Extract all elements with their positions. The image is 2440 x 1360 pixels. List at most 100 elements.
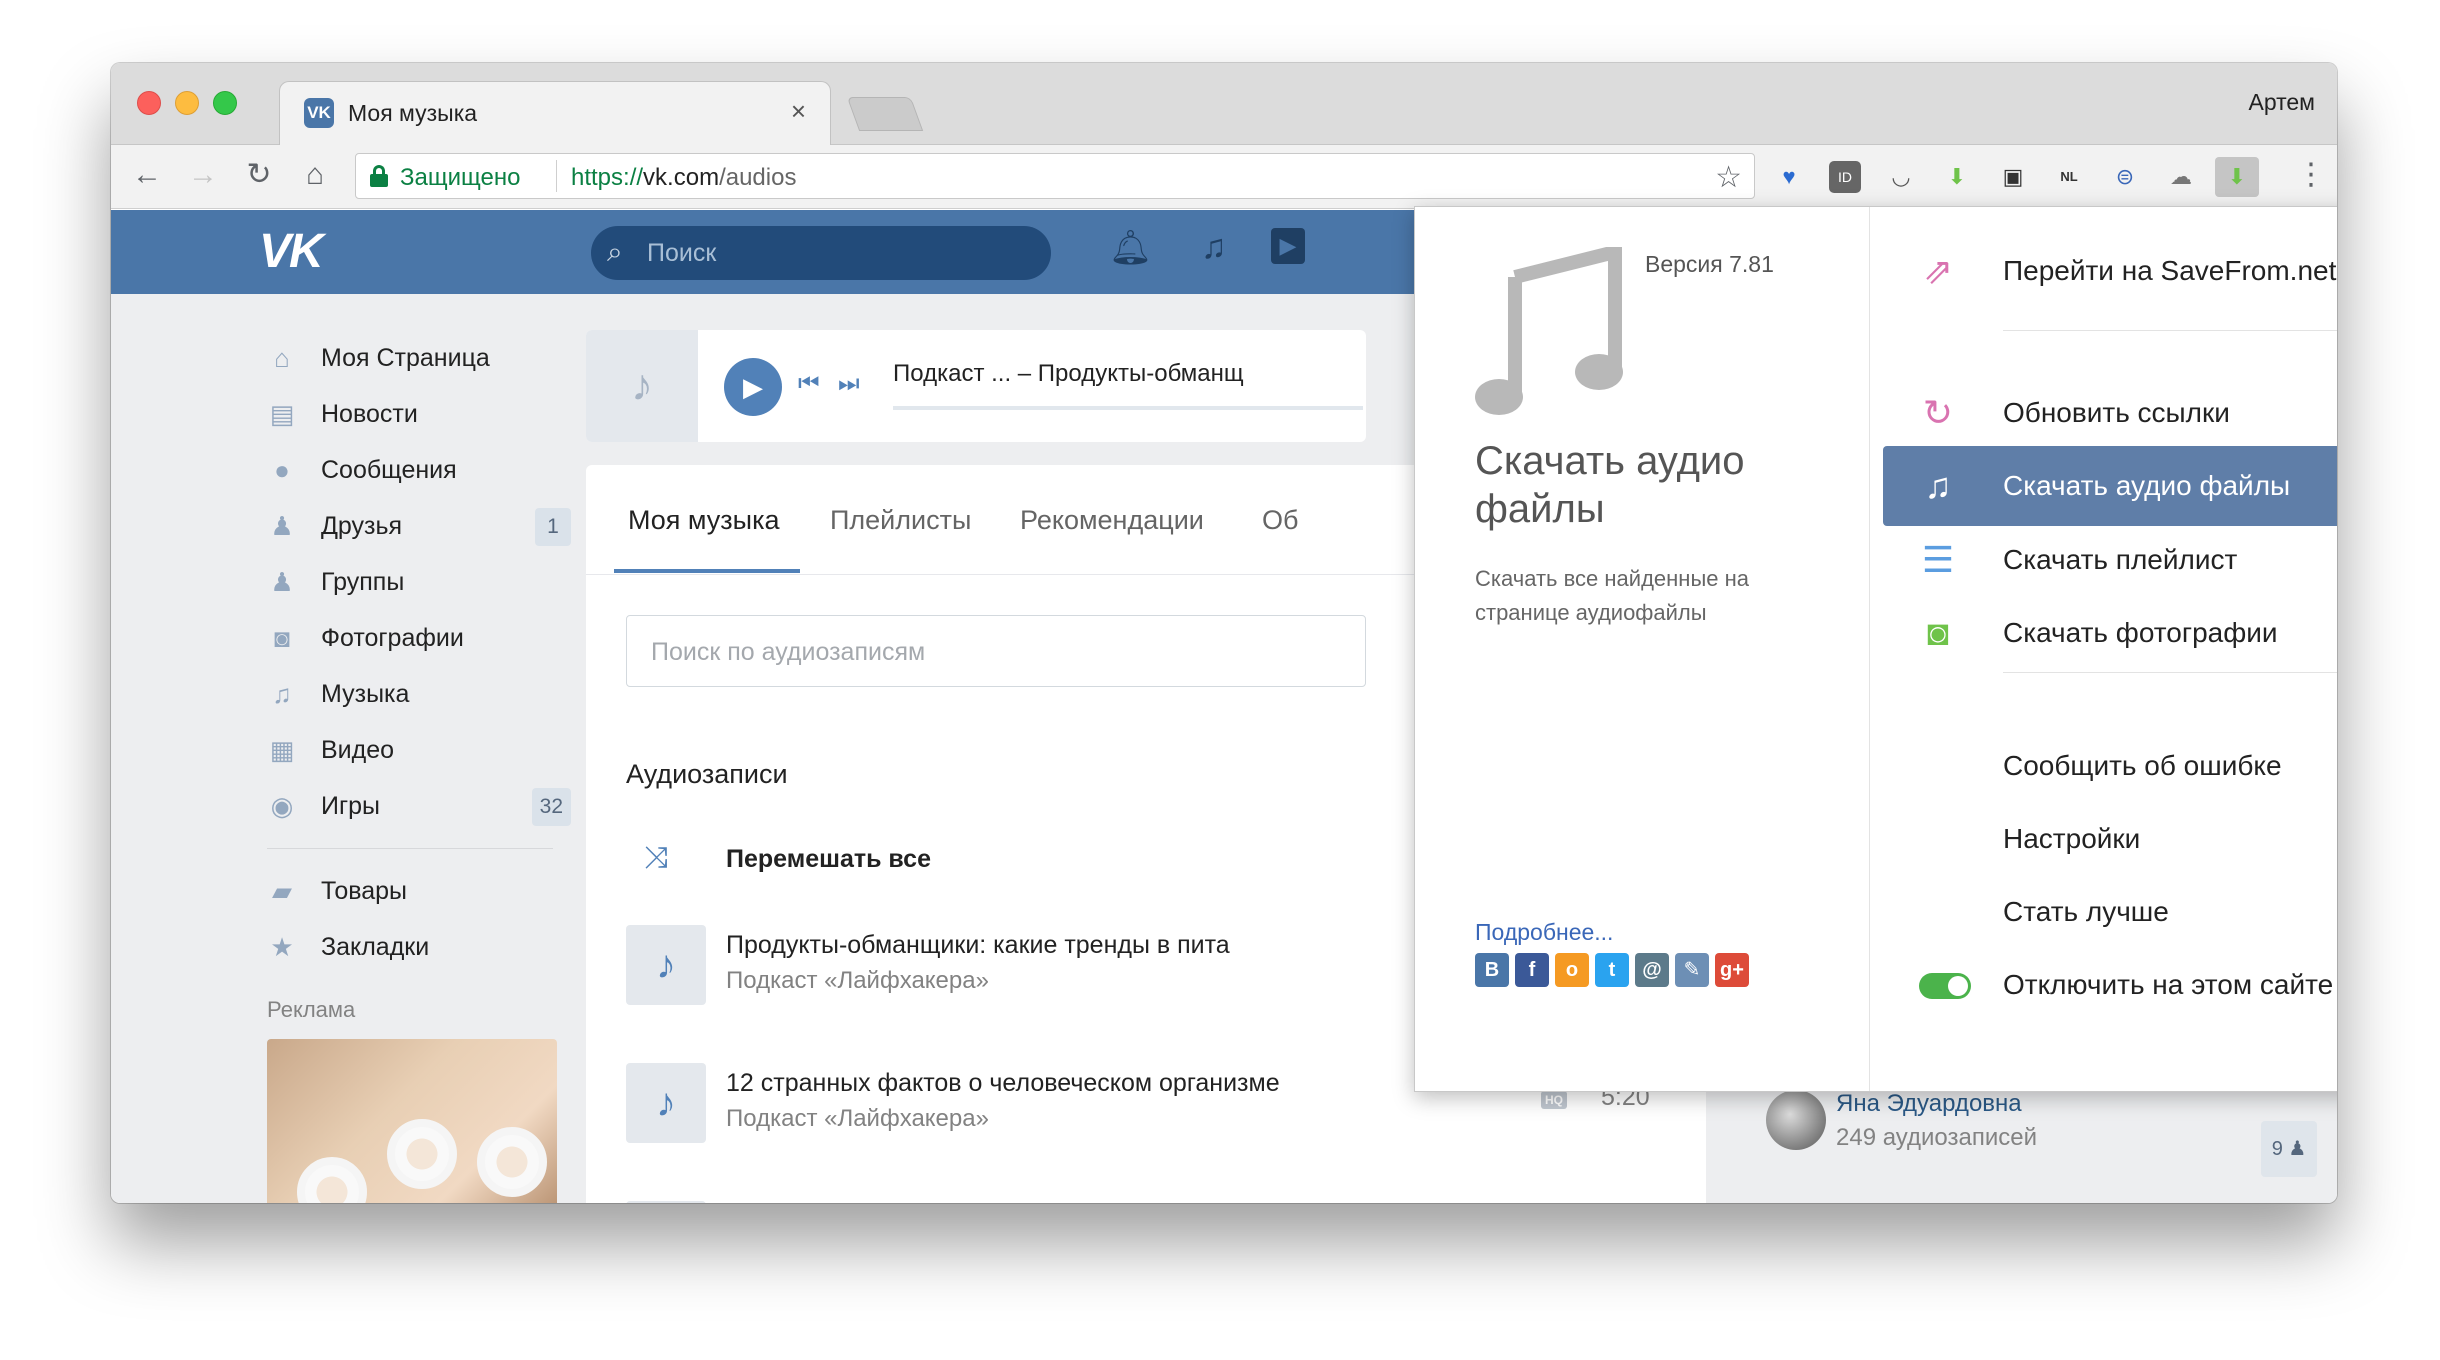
section-title: Аудиозаписи <box>626 759 788 789</box>
social-share-icon[interactable]: t <box>1595 953 1629 987</box>
url-text[interactable]: https://vk.com/audios <box>571 164 796 192</box>
sidebar-item[interactable]: ▦ Видео <box>251 722 571 778</box>
pocket-icon[interactable]: ◡ <box>1885 161 1917 193</box>
download-arrow-icon[interactable]: ⬇ <box>1941 161 1973 193</box>
more-info-link[interactable]: Подробнее... <box>1475 919 1613 946</box>
music-icon[interactable]: ♫ <box>1201 228 1227 267</box>
track-cover-icon[interactable]: ♪ <box>626 925 706 1005</box>
menu-item[interactable]: Стать лучше <box>1883 872 2337 952</box>
player-track: Подкаст ... – Продукты-обманщ <box>893 360 1244 387</box>
menu-item[interactable]: Сообщить об ошибке <box>1883 726 2337 806</box>
nl-extension-icon[interactable]: NL <box>2053 161 2085 193</box>
social-share-icon[interactable]: @ <box>1635 953 1669 987</box>
tab-recommendations[interactable]: Рекомендации <box>1020 505 1204 536</box>
sidebar-item[interactable]: ⌂ Моя Страница <box>251 330 571 386</box>
friend-name[interactable]: Яна Эдуардовна <box>1836 1090 2022 1118</box>
track-artist[interactable]: Подкаст «Лайфхакера» <box>726 967 989 995</box>
sidebar-item-label: Музыка <box>321 679 410 708</box>
browser-menu-icon[interactable]: ⋮ <box>2291 155 2331 195</box>
new-tab-button[interactable] <box>846 97 924 131</box>
social-share-icon[interactable]: о <box>1555 953 1589 987</box>
minimize-window-button[interactable] <box>175 91 199 115</box>
tab-moya-muzyka[interactable]: VK Моя музыка × <box>279 81 831 147</box>
zoom-window-button[interactable] <box>213 91 237 115</box>
menu-item[interactable]: Настройки <box>1883 799 2337 879</box>
audio-row[interactable]: ♪20 вещей, на которые не стоит тратить д… <box>626 1201 1686 1203</box>
sidebar-item[interactable]: ◉ Игры 32 <box>251 778 571 834</box>
bell-icon[interactable]: 🔔︎ <box>1109 228 1152 268</box>
vk-search-input[interactable]: ⌕ Поиск <box>591 226 1051 280</box>
track-cover-icon[interactable]: ♪ <box>626 1201 706 1203</box>
prev-track-icon[interactable]: ⏮ <box>798 370 820 398</box>
tab-playlists[interactable]: Плейлисты <box>830 505 971 536</box>
vk-logo[interactable]: VK <box>259 224 324 279</box>
friend-audio-card[interactable]: Яна Эдуардовна 249 аудиозаписей <box>1736 1090 2196 1203</box>
menu-item[interactable]: ↻ Обновить ссылки <box>1883 373 2337 453</box>
back-icon[interactable]: ← <box>127 155 167 195</box>
sidebar-item[interactable]: ♟ Друзья 1 <box>251 498 571 554</box>
star-icon: ★ <box>270 932 294 962</box>
url-scheme: https:// <box>571 164 644 191</box>
bookmark-star-icon[interactable]: ☆ <box>1715 160 1742 195</box>
vk-favicon-icon: VK <box>304 98 334 128</box>
sidebar-item[interactable]: ♟ Группы <box>251 554 571 610</box>
vpn-extension-icon[interactable]: ♥ <box>1773 161 1805 193</box>
forward-icon[interactable]: → <box>183 155 223 195</box>
cloud-extension-icon[interactable]: ☁ <box>2165 161 2197 193</box>
sidebar-item[interactable]: ● Сообщения <box>251 442 571 498</box>
friend-audio-count: 249 аудиозаписей <box>1836 1124 2037 1151</box>
play-button[interactable]: ▶ <box>724 358 782 416</box>
id-extension-icon[interactable]: ID <box>1829 161 1861 193</box>
sidebar-item-label: Видео <box>321 735 395 764</box>
menu-item[interactable]: ◙ Скачать фотографии <box>1883 593 2337 673</box>
track-title: Продукты-обманщики: какие тренды в пита <box>726 931 1230 959</box>
tab-my-music[interactable]: Моя музыка <box>628 505 780 536</box>
social-share-icon[interactable]: g+ <box>1715 953 1749 987</box>
vk-search-placeholder: Поиск <box>647 239 717 267</box>
sidebar-item[interactable]: ◙ Фотографии <box>251 610 571 666</box>
popup-description: Скачать все найденные на странице аудиоф… <box>1475 566 1749 625</box>
reload-icon[interactable]: ↻ <box>239 155 279 195</box>
audio-search-input[interactable]: Поиск по аудиозаписям <box>626 615 1366 687</box>
tab-close-icon[interactable]: × <box>791 96 806 127</box>
sidebar-item[interactable]: ★ Закладки <box>251 919 571 975</box>
menu-item[interactable]: ☰ Скачать плейлист <box>1883 520 2337 600</box>
ad-image[interactable] <box>267 1039 557 1203</box>
sidebar-item-label: Игры <box>321 791 380 820</box>
sidebar-item[interactable]: ▰ Товары <box>251 863 571 919</box>
home-icon[interactable]: ⌂ <box>295 155 335 195</box>
friends-online-button[interactable]: 9 ♟ <box>2261 1121 2317 1177</box>
shuffle-icon: ⤨ <box>644 841 668 874</box>
savefrom-extension-icon[interactable]: ⬇ <box>2215 157 2259 197</box>
player-progress[interactable] <box>893 406 1363 410</box>
sidebar-separator <box>267 848 553 849</box>
track-artist[interactable]: Подкаст «Лайфхакера» <box>726 1105 989 1133</box>
sidebar-item[interactable]: ♫ Музыка <box>251 666 571 722</box>
globe-extension-icon[interactable]: ⊜ <box>2109 161 2141 193</box>
close-window-button[interactable] <box>137 91 161 115</box>
sidebar-item-label: Товары <box>321 876 407 905</box>
play-header-icon[interactable]: ▶ <box>1271 228 1305 264</box>
image-extension-icon[interactable]: ▣ <box>1997 161 2029 193</box>
camera-icon: ◙ <box>1927 612 1949 653</box>
social-share-icon[interactable]: f <box>1515 953 1549 987</box>
tab-updates[interactable]: Об <box>1262 505 1298 536</box>
toggle-icon[interactable] <box>1919 973 1971 999</box>
sidebar-item-label: Группы <box>321 567 405 596</box>
url-separator <box>556 160 557 192</box>
track-cover-icon[interactable]: ♪ <box>626 1063 706 1143</box>
menu-item[interactable]: Отключить на этом сайте <box>1883 945 2337 1025</box>
sidebar-item[interactable]: ▤ Новости <box>251 386 571 442</box>
external-link-icon: ⇗ <box>1922 250 1954 291</box>
menu-item[interactable]: ♫ Скачать аудио файлы <box>1883 446 2337 526</box>
menu-item-label: Сообщить об ошибке <box>2003 750 2282 781</box>
ad-label: Реклама <box>267 997 356 1022</box>
menu-item[interactable]: ⇗ Перейти на SaveFrom.net <box>1883 231 2337 311</box>
big-music-note-icon <box>1475 247 1623 415</box>
next-track-icon[interactable]: ⏭ <box>838 370 860 398</box>
address-bar[interactable]: Защищено https://vk.com/audios ☆ <box>355 153 1755 199</box>
profile-name[interactable]: Артем <box>2248 89 2315 116</box>
social-share-icon[interactable]: В <box>1475 953 1509 987</box>
sidebar-item-label: Фотографии <box>321 623 464 652</box>
social-share-icon[interactable]: ✎ <box>1675 953 1709 987</box>
